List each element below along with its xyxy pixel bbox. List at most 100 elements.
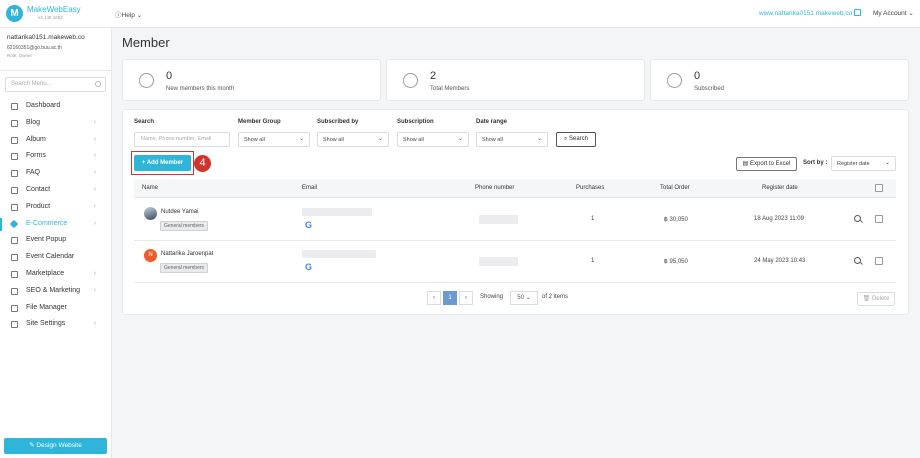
export-excel-button[interactable]: ▤ Export to Excel	[736, 157, 797, 171]
sidebar-item-dashboard[interactable]: Dashboard	[0, 98, 111, 115]
sidebar-item-contact[interactable]: Contact ›	[0, 182, 111, 199]
chevron-down-icon: ⌄	[525, 295, 531, 301]
subscribed-by-select[interactable]: Show all ⌄	[317, 132, 389, 147]
my-account-label: My Account	[873, 10, 907, 17]
register-date: 24 May 2023 10:43	[754, 258, 806, 264]
menu-search-input[interactable]: Search Menu...	[5, 77, 106, 92]
member-search-input[interactable]: Name, Phone number, Email	[134, 132, 230, 147]
row-checkbox[interactable]	[875, 215, 883, 223]
user-icon	[139, 73, 154, 88]
member-group-select[interactable]: Show all ⌄	[238, 132, 310, 147]
sort-by-select[interactable]: Register date ⌄	[831, 156, 896, 171]
sidebar-item-label: Album	[26, 135, 46, 143]
sidebar-item-product[interactable]: Product ›	[0, 199, 111, 216]
date-range-select[interactable]: Show all ⌄	[476, 132, 548, 147]
website-link[interactable]: www.nattarika0151.makeweb.co	[759, 9, 862, 17]
stat-label: New members this month	[166, 86, 235, 92]
stat-card-new-members: 0 New members this month	[122, 59, 381, 101]
brand-name: MakeWebEasy	[27, 5, 81, 14]
design-website-button[interactable]: ✎ Design Website	[4, 438, 107, 454]
blog-icon	[11, 119, 18, 127]
sort-by-label: Sort by :	[803, 160, 828, 166]
subscribe-icon	[667, 73, 682, 88]
view-member-search-icon[interactable]	[854, 257, 861, 264]
column-header-purchases: Purchases	[576, 185, 605, 191]
delete-label: Delete	[871, 296, 890, 302]
row-checkbox[interactable]	[875, 257, 883, 265]
purchases-count: 1	[591, 216, 595, 222]
add-member-button[interactable]: + Add Member	[134, 155, 191, 171]
sidebar-item-seo-marketing[interactable]: SEO & Marketing ›	[0, 283, 111, 300]
previous-page-button[interactable]: ‹	[427, 291, 441, 305]
sidebar-item-site-settings[interactable]: Site Settings ›	[0, 316, 111, 333]
sidebar-item-event-popup[interactable]: Event Popup	[0, 232, 111, 249]
per-page-value: 50	[517, 295, 524, 301]
sidebar-item-album[interactable]: Album ›	[0, 132, 111, 149]
sidebar-item-ecommerce[interactable]: E-Commerce ›	[0, 216, 111, 233]
external-edit-icon	[854, 9, 862, 16]
subscribed-by-value: Show all	[323, 136, 344, 143]
google-icon: G	[305, 220, 313, 230]
email-redacted	[302, 250, 376, 258]
megaphone-icon	[11, 237, 18, 245]
folder-icon	[11, 304, 18, 312]
per-page-select[interactable]: 50 ⌄	[510, 291, 538, 305]
sidebar: nattarika0151.makeweb.co 62160351@go.buu…	[0, 28, 112, 458]
sidebar-item-marketplace[interactable]: Marketplace ›	[0, 266, 111, 283]
forms-icon	[11, 153, 18, 161]
sidebar-item-faq[interactable]: FAQ ›	[0, 165, 111, 182]
delete-button[interactable]: 🗑︎ Delete	[857, 292, 895, 306]
member-group-badge: General members	[160, 263, 209, 273]
sidebar-item-label: Blog	[26, 118, 41, 126]
column-header-phone: Phone number	[475, 185, 515, 191]
page-1-button[interactable]: 1	[443, 291, 457, 305]
stat-label: Subscribed	[694, 86, 725, 92]
menu-search-placeholder: Search Menu...	[11, 81, 52, 87]
calendar-icon	[11, 254, 18, 262]
sidebar-item-label: Site Settings	[26, 320, 66, 328]
chevron-down-icon: ⌄	[136, 12, 143, 19]
chevron-down-icon: ⌄	[908, 10, 914, 17]
avatar	[144, 207, 157, 220]
sidebar-item-label: Event Popup	[26, 236, 67, 244]
chevron-down-icon: ⌄	[298, 136, 304, 142]
help-menu[interactable]: ⓘHelp ⌄	[115, 9, 142, 19]
date-range-label: Date range	[476, 119, 508, 125]
search-button-label: Search	[569, 136, 589, 142]
phone-redacted	[479, 215, 518, 224]
chevron-right-icon: ›	[93, 286, 96, 294]
member-name[interactable]: Nattarika Jaroenpat	[161, 251, 213, 257]
makeweb-logo-icon[interactable]: M	[6, 5, 23, 22]
sidebar-item-event-calendar[interactable]: Event Calendar	[0, 249, 111, 266]
member-name[interactable]: Nutdee Yamai	[161, 209, 198, 215]
export-excel-label: Export to Excel	[749, 161, 791, 167]
table-row[interactable]: Nutdee Yamai General members G 1 ฿ 30,05…	[134, 199, 896, 241]
gear-icon	[11, 321, 18, 329]
search-button[interactable]: ⌕ Search	[556, 132, 596, 147]
sidebar-item-label: Event Calendar	[26, 253, 75, 261]
table-row[interactable]: N Nattarika Jaroenpat General members G …	[134, 241, 896, 283]
chevron-right-icon: ›	[93, 320, 96, 328]
sidebar-item-file-manager[interactable]: File Manager	[0, 300, 111, 317]
sidebar-item-label: Dashboard	[26, 102, 61, 109]
member-group-badge: General members	[160, 221, 209, 231]
next-page-button[interactable]: ›	[459, 291, 473, 305]
contact-icon	[11, 186, 18, 194]
members-table-header: Name Email Phone number Purchases Total …	[134, 179, 896, 198]
cart-icon	[11, 203, 18, 211]
email-redacted	[302, 208, 372, 216]
search-filter-label: Search	[134, 119, 155, 125]
sidebar-item-blog[interactable]: Blog ›	[0, 115, 111, 132]
my-account-menu[interactable]: My Account ⌄	[873, 9, 914, 17]
member-group-label: Member Group	[238, 119, 281, 125]
chevron-down-icon: ⌄	[457, 136, 463, 142]
sidebar-item-label: Product	[26, 202, 51, 210]
view-member-search-icon[interactable]	[854, 215, 861, 222]
subscription-select[interactable]: Show all ⌄	[397, 132, 469, 147]
tag-icon	[9, 219, 19, 228]
chevron-down-icon: ⌄	[884, 160, 890, 166]
subscribed-by-label: Subscribed by	[317, 119, 359, 125]
select-all-checkbox[interactable]	[875, 184, 883, 192]
sidebar-item-forms[interactable]: Forms ›	[0, 148, 111, 165]
sidebar-nav: Dashboard Blog › Album › Forms › FAQ › Conta…	[0, 98, 111, 333]
